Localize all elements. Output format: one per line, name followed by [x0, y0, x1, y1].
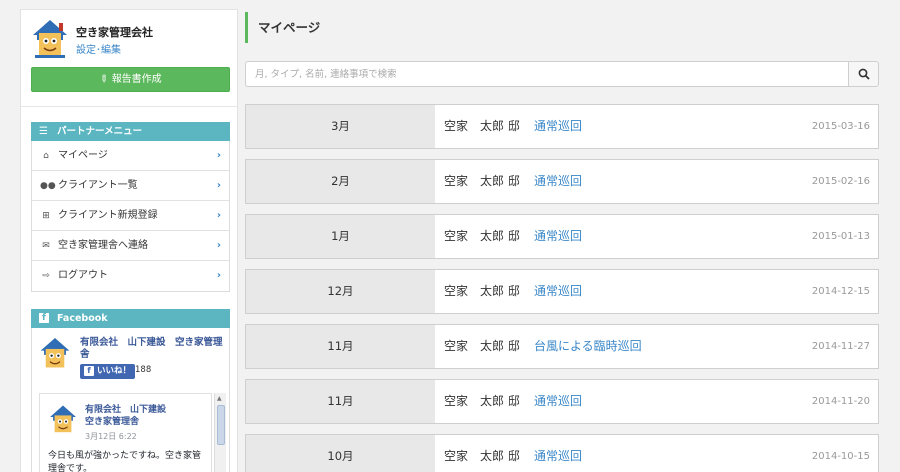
sidebar-item-mypage[interactable]: ⌂ マイページ ›	[32, 141, 229, 171]
report-date: 2014-11-20	[811, 396, 870, 407]
post-text: 今日も風が強かったですね。空き家管理舎です。	[48, 451, 202, 472]
search-icon	[858, 68, 870, 80]
report-client: 空家 太郎 邸	[444, 229, 520, 243]
like-label: いいね！	[97, 366, 132, 376]
search-bar	[245, 61, 879, 87]
report-row[interactable]: 2月 空家 太郎 邸 通常巡回 2015-02-16	[245, 159, 879, 204]
report-client: 空家 太郎 邸	[444, 119, 520, 133]
facebook-icon: f	[39, 313, 49, 323]
report-client: 空家 太郎 邸	[444, 339, 520, 353]
report-client: 空家 太郎 邸	[444, 394, 520, 408]
report-type-link[interactable]: 通常巡回	[534, 105, 582, 148]
report-client: 空家 太郎 邸	[444, 449, 520, 463]
report-date: 2015-03-16	[811, 121, 870, 132]
sidebar-item-label: ログアウト	[58, 270, 108, 281]
house-mascot-logo	[33, 20, 67, 58]
facebook-widget: 有限会社 山下建設 空き家管理舎 f いいね！ 188 有限会社 山下建設 空き家…	[31, 328, 230, 472]
partner-menu: ⌂ マイページ › ●● クライアント一覧 › ⊞ クライアント新規登録 › ✉…	[31, 141, 230, 292]
report-row[interactable]: 11月 空家 太郎 邸 台風による臨時巡回 2014-11-27	[245, 324, 879, 369]
report-row[interactable]: 10月 空家 太郎 邸 通常巡回 2014-10-15	[245, 434, 879, 472]
sidebar-item-contact[interactable]: ✉ 空き家管理舎へ連絡 ›	[32, 231, 229, 261]
scrollbar-thumb[interactable]	[217, 405, 225, 445]
post-author[interactable]: 有限会社 山下建設 空き家管理舎	[85, 404, 205, 428]
report-type-link[interactable]: 通常巡回	[534, 215, 582, 258]
report-type-link[interactable]: 台風による臨時巡回	[534, 325, 642, 368]
sidebar: 空き家管理会社 設定･編集 ✎報告書作成 ☰ パートナーメニュー ⌂ マイページ…	[20, 9, 238, 472]
report-month: 10月	[246, 435, 435, 472]
list-icon: ☰	[39, 126, 48, 137]
create-report-label: 報告書作成	[111, 74, 162, 85]
chevron-right-icon: ›	[216, 270, 221, 281]
home-icon: ⌂	[43, 151, 49, 161]
sidebar-item-label: クライアント新規登録	[58, 210, 158, 221]
sidebar-item-label: 空き家管理舎へ連絡	[58, 240, 148, 251]
report-month: 2月	[246, 160, 435, 203]
report-type-link[interactable]: 通常巡回	[534, 160, 582, 203]
page-avatar[interactable]	[39, 336, 71, 372]
report-date: 2014-12-15	[811, 286, 870, 297]
facebook-scrollbar[interactable]: ▲	[214, 393, 226, 472]
report-date: 2015-01-13	[811, 231, 870, 242]
sidebar-divider	[21, 106, 237, 107]
post-date: 3月12日 6:22	[85, 432, 137, 441]
post-author-line2: 空き家管理舎	[85, 417, 140, 427]
sidebar-item-logout[interactable]: ⇨ ログアウト ›	[32, 261, 229, 291]
sidebar-item-client-register[interactable]: ⊞ クライアント新規登録 ›	[32, 201, 229, 231]
report-row[interactable]: 1月 空家 太郎 邸 通常巡回 2015-01-13	[245, 214, 879, 259]
sidebar-item-label: クライアント一覧	[58, 180, 138, 191]
report-month: 3月	[246, 105, 435, 148]
report-client: 空家 太郎 邸	[444, 284, 520, 298]
facebook-title: Facebook	[57, 313, 108, 324]
partner-menu-title: パートナーメニュー	[57, 126, 143, 137]
report-row[interactable]: 11月 空家 太郎 邸 通常巡回 2014-11-20	[245, 379, 879, 424]
search-button[interactable]	[848, 61, 879, 87]
report-date: 2015-02-16	[811, 176, 870, 187]
report-date: 2014-10-15	[811, 451, 870, 462]
report-type-link[interactable]: 通常巡回	[534, 380, 582, 423]
report-month: 11月	[246, 325, 435, 368]
report-type-link[interactable]: 通常巡回	[534, 435, 582, 472]
company-header: 空き家管理会社 設定･編集	[31, 18, 231, 64]
facebook-like-button[interactable]: f いいね！	[80, 364, 136, 379]
like-count: 188	[135, 365, 152, 375]
create-report-button[interactable]: ✎報告書作成	[31, 67, 230, 92]
chevron-right-icon: ›	[216, 240, 221, 251]
settings-edit-link[interactable]: 設定･編集	[76, 41, 121, 56]
post-author-line1: 有限会社 山下建設	[85, 405, 167, 415]
facebook-icon: f	[84, 366, 94, 376]
facebook-header: f Facebook	[31, 309, 230, 328]
sidebar-item-client-list[interactable]: ●● クライアント一覧 ›	[32, 171, 229, 201]
plus-square-icon: ⊞	[42, 211, 50, 221]
report-month: 1月	[246, 215, 435, 258]
sidebar-item-label: マイページ	[58, 150, 108, 161]
report-list: 3月 空家 太郎 邸 通常巡回 2015-03-16 2月 空家 太郎 邸 通常…	[245, 104, 879, 472]
search-input[interactable]	[245, 61, 849, 87]
chevron-right-icon: ›	[216, 210, 221, 221]
sign-out-icon: ⇨	[42, 271, 50, 281]
facebook-page-name[interactable]: 有限会社 山下建設 空き家管理舎	[80, 337, 225, 361]
report-month: 11月	[246, 380, 435, 423]
page-title: マイページ	[245, 12, 320, 43]
report-month: 12月	[246, 270, 435, 313]
report-date: 2014-11-27	[811, 341, 870, 352]
report-row[interactable]: 3月 空家 太郎 邸 通常巡回 2015-03-16	[245, 104, 879, 149]
scroll-up-icon[interactable]: ▲	[217, 395, 222, 402]
facebook-post: 有限会社 山下建設 空き家管理舎 3月12日 6:22 今日も風が強かったですね…	[39, 393, 212, 472]
post-avatar[interactable]	[48, 404, 78, 436]
envelope-icon: ✉	[42, 241, 50, 251]
users-icon: ●●	[40, 181, 56, 191]
partner-menu-header: ☰ パートナーメニュー	[31, 122, 230, 141]
chevron-right-icon: ›	[216, 150, 221, 161]
report-type-link[interactable]: 通常巡回	[534, 270, 582, 313]
company-name: 空き家管理会社	[76, 26, 153, 39]
chevron-right-icon: ›	[216, 180, 221, 191]
report-row[interactable]: 12月 空家 太郎 邸 通常巡回 2014-12-15	[245, 269, 879, 314]
report-client: 空家 太郎 邸	[444, 174, 520, 188]
